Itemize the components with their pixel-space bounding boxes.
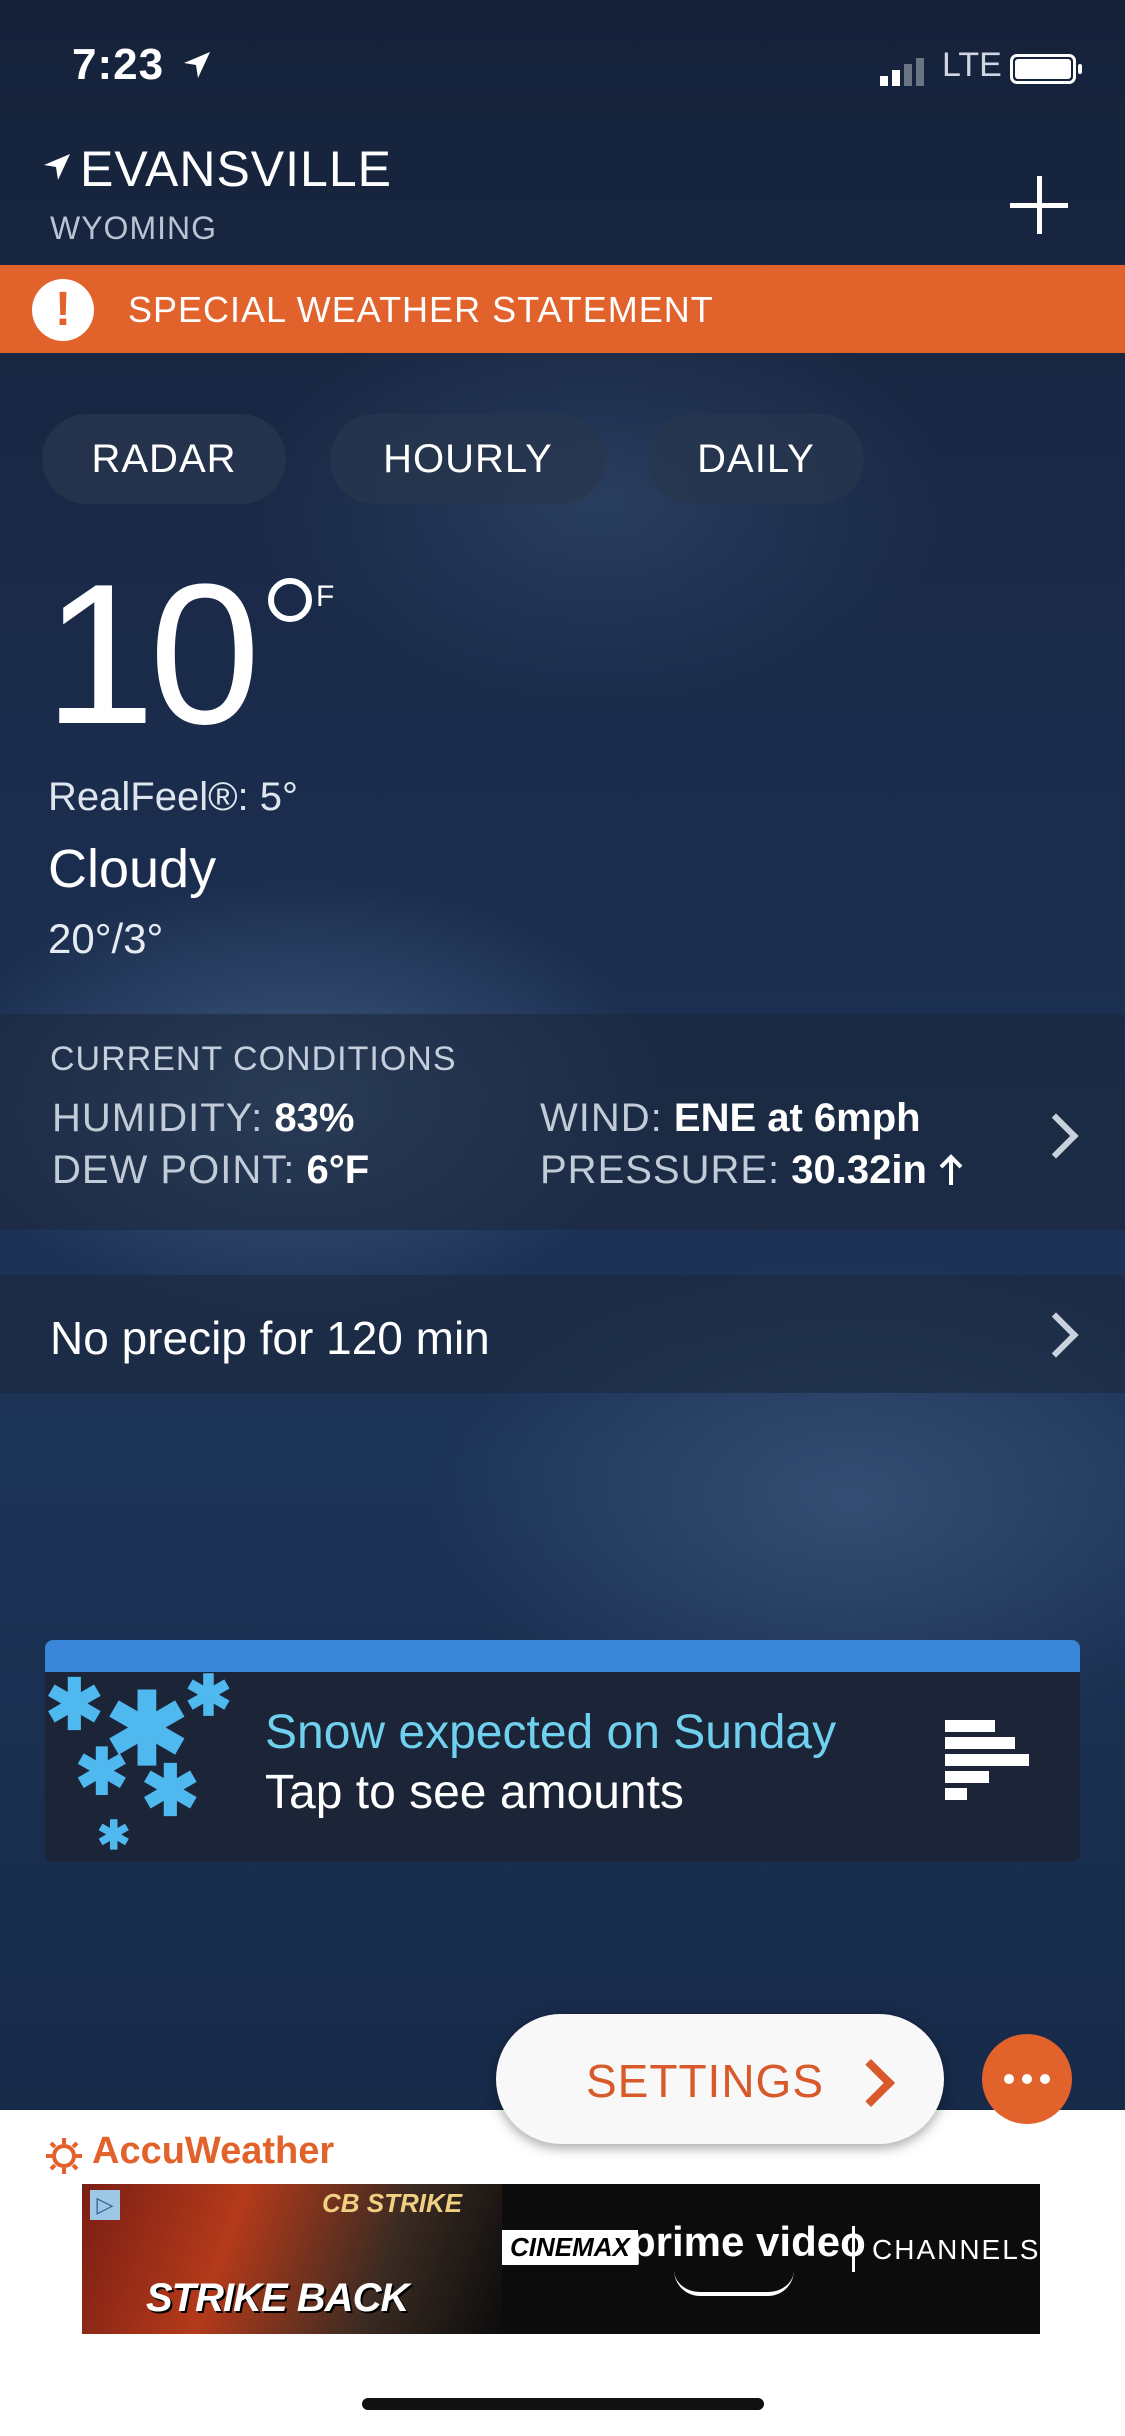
chevron-right-icon [1033, 1113, 1079, 1159]
dewpoint-label: DEW POINT: [52, 1148, 296, 1192]
current-location-icon [44, 154, 70, 180]
wind-label: WIND: [540, 1096, 663, 1140]
chevron-right-icon [846, 2058, 896, 2108]
pressure-value: 30.32in [791, 1148, 927, 1192]
pressure-label: PRESSURE: [540, 1148, 781, 1192]
realfeel-temperature: RealFeel®: 5° [48, 775, 299, 819]
alert-label: SPECIAL WEATHER STATEMENT [128, 289, 714, 330]
settings-button[interactable]: SETTINGS [496, 2014, 944, 2144]
accuweather-logo: AccuWeather [92, 2130, 335, 2172]
current-conditions-title: CURRENT CONDITIONS [50, 1040, 457, 1078]
network-type: LTE [942, 46, 1002, 84]
settings-label: SETTINGS [586, 2055, 825, 2107]
ad-divider [852, 2226, 855, 2272]
dewpoint-row: DEW POINT: 6°F [52, 1148, 369, 1193]
tab-daily[interactable]: DAILY [648, 414, 864, 504]
high-low-temperature: 20°/3° [48, 915, 164, 962]
humidity-value: 83% [274, 1096, 355, 1140]
pressure-row: PRESSURE: 30.32in [540, 1148, 964, 1193]
ad-banner[interactable]: ▷ CB STRIKE STRIKE BACK CINEMAX prime vi… [82, 2184, 1040, 2334]
weather-alert-banner[interactable]: ! SPECIAL WEATHER STATEMENT [0, 265, 1125, 353]
current-temperature: 10 [44, 543, 260, 766]
location-arrow-icon [184, 52, 210, 78]
accuweather-sun-icon [46, 2138, 82, 2174]
ad-show-title: STRIKE BACK [146, 2276, 409, 2320]
signal-icon [880, 58, 924, 86]
bar-chart-icon [945, 1720, 1029, 1805]
tab-radar[interactable]: RADAR [42, 414, 286, 504]
ad-series-label: CB STRIKE [322, 2188, 463, 2218]
ad-service-logo: prime video [630, 2218, 866, 2265]
ad-channels-label: CHANNELS [872, 2234, 1040, 2265]
snow-headline: Snow expected on Sunday [265, 1706, 837, 1759]
city-name[interactable]: EVANSVILLE [80, 140, 392, 198]
add-location-button[interactable] [1006, 172, 1072, 238]
alert-icon: ! [32, 279, 94, 341]
dewpoint-value: 6°F [306, 1148, 370, 1192]
humidity-row: HUMIDITY: 83% [52, 1096, 354, 1141]
home-indicator[interactable] [362, 2398, 764, 2410]
snow-subline: Tap to see amounts [265, 1766, 684, 1819]
tab-hourly[interactable]: HOURLY [330, 414, 606, 504]
minutecast-row[interactable]: No precip for 120 min [0, 1275, 1125, 1393]
snow-forecast-card[interactable]: ✱ ✱ ✱ ✱ ✱ ✱ Snow expected on Sunday Tap … [45, 1640, 1080, 1862]
status-time: 7:23 [72, 40, 165, 89]
weather-condition: Cloudy [48, 839, 217, 899]
precip-summary: No precip for 120 min [50, 1312, 490, 1364]
wind-value: ENE at 6mph [673, 1096, 921, 1140]
battery-icon [1010, 54, 1082, 84]
state-name: WYOMING [50, 210, 217, 246]
current-conditions-panel[interactable]: CURRENT CONDITIONS HUMIDITY: 83% DEW POI… [0, 1014, 1125, 1230]
degree-symbol [268, 578, 312, 622]
ad-network-logo: CINEMAX [502, 2230, 638, 2265]
ad-choices-icon[interactable]: ▷ [90, 2190, 120, 2220]
wind-row: WIND: ENE at 6mph [540, 1096, 921, 1141]
more-options-button[interactable] [982, 2034, 1072, 2124]
ad-smile-icon [674, 2270, 794, 2296]
humidity-label: HUMIDITY: [52, 1096, 264, 1140]
chevron-right-icon [1033, 1312, 1079, 1358]
pressure-rising-icon [939, 1154, 963, 1185]
temperature-unit: F [316, 580, 335, 613]
